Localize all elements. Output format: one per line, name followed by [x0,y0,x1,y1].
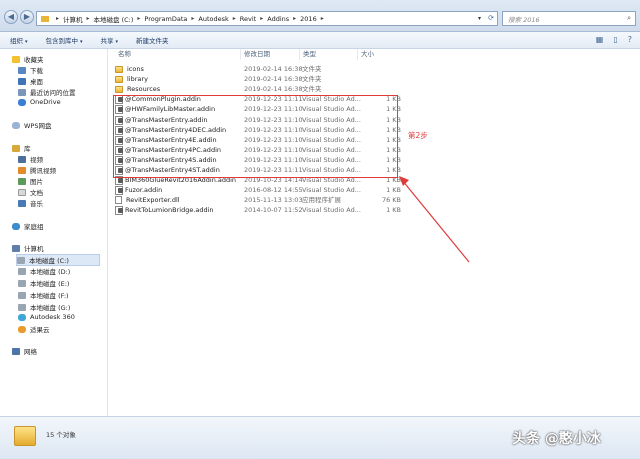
arrow-line [401,179,470,263]
item-count: 15 个对象 [46,431,76,439]
explorer-window: ◀ ▶ ▸ 计算机 ▸ 本地磁盘 (C:) ▸ ProgramData ▸ Au… [0,0,640,459]
annotation-arrow [399,176,470,263]
watermark: 头条 @憨小冰 [512,431,601,447]
folder-icon [14,426,36,446]
arrow-head [399,176,409,186]
